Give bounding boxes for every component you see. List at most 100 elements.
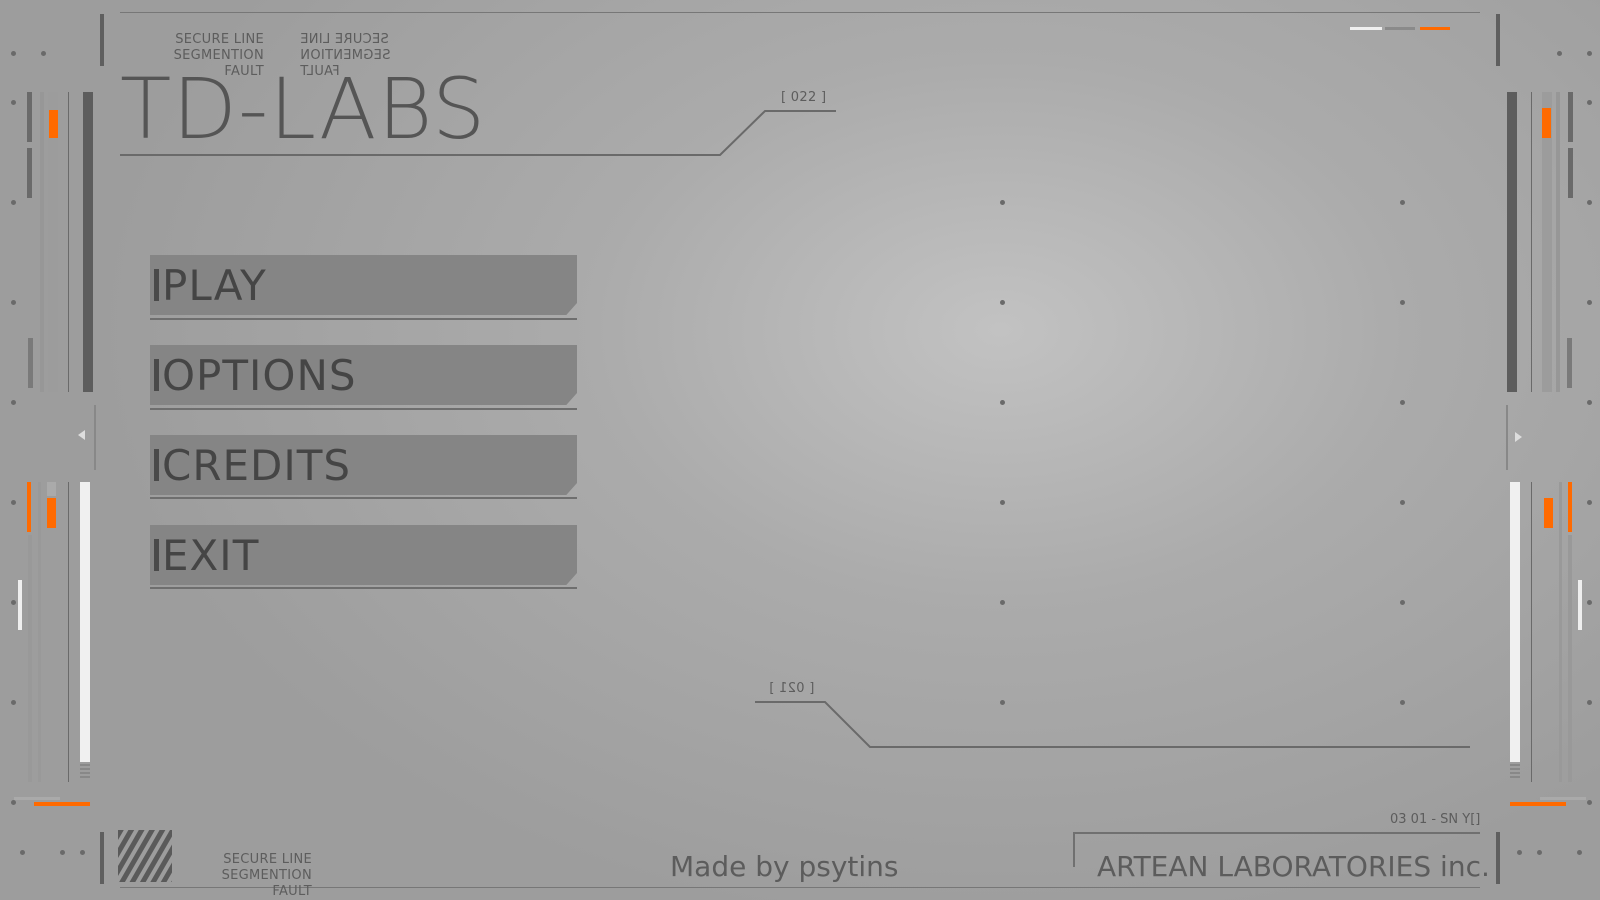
side-dot: [1587, 500, 1592, 505]
credits-underline: [150, 497, 577, 499]
play-button-label: PLAY: [162, 261, 267, 310]
top-indicator-orange: [1420, 27, 1450, 30]
left-gauge-bar: [38, 482, 41, 782]
frame-right-bar-bottom: [1496, 832, 1500, 884]
grid-dot: [1000, 200, 1005, 205]
left-level-indicator: [47, 498, 56, 528]
middle-connector-line: [755, 701, 1470, 748]
play-marker: [154, 269, 159, 301]
left-white-indicator: [18, 580, 22, 630]
side-dot: [1517, 850, 1522, 855]
options-button-label: OPTIONS: [162, 351, 357, 400]
left-gauge-bar: [40, 92, 44, 392]
side-dot: [1557, 51, 1562, 56]
footer-label-line2: SEGMENTION FAULT: [221, 868, 312, 899]
side-dot: [11, 100, 16, 105]
right-gauge-bar: [1531, 482, 1532, 782]
left-gauge-bar: [68, 482, 69, 782]
grid-dot: [1000, 400, 1005, 405]
side-dot: [1587, 200, 1592, 205]
grid-dot: [1400, 500, 1405, 505]
side-dot: [1587, 300, 1592, 305]
frame-left-bar-top: [100, 14, 104, 66]
right-white-bar: [1510, 482, 1520, 762]
side-dot: [1587, 600, 1592, 605]
side-dot: [11, 800, 16, 805]
grid-dot: [1400, 400, 1405, 405]
header-label-line1: SECURE LINE: [175, 32, 264, 47]
top-indicator-white: [1350, 27, 1382, 30]
side-dot: [41, 51, 46, 56]
left-level-indicator: [49, 110, 58, 138]
serial-text: 03 01 - SN Y[]: [1390, 812, 1481, 827]
right-footer-indicator: [1510, 802, 1566, 806]
side-dot: [1587, 51, 1592, 56]
side-dot: [11, 400, 16, 405]
exit-button-label: EXIT: [162, 531, 260, 580]
left-gauge-bar: [27, 148, 32, 198]
side-dot: [1577, 850, 1582, 855]
play-button[interactable]: PLAY: [150, 255, 577, 315]
frame-left-bar-bottom: [100, 832, 104, 884]
side-dot: [1587, 800, 1592, 805]
side-dot: [11, 200, 16, 205]
left-footer-bar: [14, 797, 60, 800]
right-level-indicator: [1542, 108, 1551, 138]
frame-top-line: [120, 12, 1480, 13]
exit-marker: [154, 539, 159, 571]
left-footer-indicator: [34, 802, 90, 806]
left-tall-bar: [83, 92, 93, 392]
side-dot: [11, 51, 16, 56]
left-gauge-bar: [28, 338, 33, 388]
side-dot: [1587, 700, 1592, 705]
side-dot: [20, 850, 25, 855]
credits-marker: [154, 449, 159, 481]
options-button[interactable]: OPTIONS: [150, 345, 577, 405]
right-stripe: [1510, 764, 1520, 780]
grid-dot: [1400, 600, 1405, 605]
grid-dot: [1000, 300, 1005, 305]
right-gauge-bar: [1556, 92, 1560, 392]
right-gauge-bar: [1568, 535, 1572, 782]
side-dot: [11, 700, 16, 705]
credits-button[interactable]: CREDITS: [150, 435, 577, 495]
left-white-bar: [80, 482, 90, 762]
side-dot: [1587, 400, 1592, 405]
middle-code: [ 021 ]: [769, 681, 815, 696]
side-dot: [80, 850, 85, 855]
footer-secure-label: SECURE LINE SEGMENTION FAULT: [178, 852, 312, 900]
hatched-logo: [118, 830, 172, 882]
right-tall-bar: [1507, 92, 1517, 392]
right-gauge-bar: [1567, 338, 1572, 388]
right-gauge-bar: [1568, 92, 1573, 142]
grid-dot: [1000, 600, 1005, 605]
right-bracket: [1506, 405, 1514, 470]
side-dot: [1587, 100, 1592, 105]
grid-dot: [1400, 300, 1405, 305]
left-stripe: [80, 764, 90, 780]
side-dot: [60, 850, 65, 855]
grid-dot: [1000, 500, 1005, 505]
play-underline: [150, 318, 577, 320]
left-gauge-bar: [68, 92, 69, 392]
right-level-indicator: [1544, 498, 1553, 528]
exit-button[interactable]: EXIT: [150, 525, 577, 585]
options-marker: [154, 359, 159, 391]
right-gauge-bar: [1531, 92, 1532, 392]
left-bracket: [88, 405, 96, 470]
grid-dot: [1400, 200, 1405, 205]
credit-text: Made by psytins: [670, 850, 899, 883]
options-underline: [150, 408, 577, 410]
header-code: [ 022 ]: [781, 90, 827, 105]
frame-right-bar-top: [1496, 14, 1500, 66]
header-underline: [120, 110, 836, 156]
left-level-indicator: [27, 482, 31, 532]
side-dot: [11, 500, 16, 505]
left-gauge-bar: [28, 535, 32, 782]
right-white-indicator: [1578, 580, 1582, 630]
footer-label-line1: SECURE LINE: [223, 852, 312, 867]
left-gauge-bar: [47, 482, 56, 496]
top-indicator-grey: [1385, 27, 1415, 30]
left-arrow-icon: [78, 430, 85, 440]
right-gauge-bar: [1559, 482, 1562, 782]
